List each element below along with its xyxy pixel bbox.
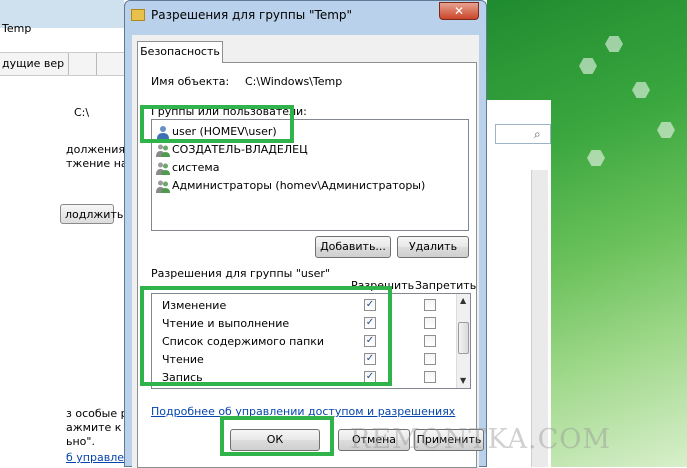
deny-checkbox[interactable] bbox=[424, 353, 436, 365]
group-icon bbox=[156, 180, 170, 193]
background-bottom-line: з особые р bbox=[66, 407, 128, 420]
group-icon bbox=[156, 162, 170, 175]
allow-column-header: Разрешить bbox=[351, 279, 415, 292]
permissions-dialog: Разрешения для группы "Temp" ✕ Безопасно… bbox=[124, 0, 487, 468]
column-separator bbox=[68, 53, 69, 75]
allow-checkbox[interactable]: ✓ bbox=[364, 299, 376, 311]
desktop-wallpaper: ⌕ bbox=[487, 0, 687, 467]
scroll-thumb[interactable] bbox=[458, 322, 469, 354]
hexagon-decoration bbox=[605, 36, 623, 52]
users-list[interactable]: user (HOMEV\user) СОЗДАТЕЛЬ-ВЛАДЕЛЕЦ сис… bbox=[151, 119, 469, 231]
allow-checkbox[interactable]: ✓ bbox=[364, 317, 376, 329]
checkmark-icon: ✓ bbox=[365, 353, 375, 364]
background-title-fragment: Temp bbox=[2, 22, 32, 35]
deny-checkbox[interactable] bbox=[424, 371, 436, 383]
background-bottom-line: ьно". bbox=[66, 435, 95, 448]
scroll-down-icon[interactable]: ▼ bbox=[460, 376, 466, 385]
scroll-up-icon[interactable]: ▲ bbox=[460, 296, 466, 305]
ok-button[interactable]: ОК bbox=[230, 429, 320, 451]
scrollbar[interactable] bbox=[531, 170, 548, 467]
permissions-list[interactable]: Изменение ✓ Чтение и выполнение ✓ Список… bbox=[151, 293, 471, 389]
object-name-label: Имя объекта: bbox=[151, 75, 230, 88]
user-name: Администраторы (homev\Администраторы) bbox=[172, 179, 426, 192]
hexagon-decoration bbox=[632, 82, 650, 98]
search-icon: ⌕ bbox=[534, 127, 541, 141]
dialog-title: Разрешения для группы "Temp" bbox=[151, 8, 353, 22]
background-continue-button[interactable]: лодлжить bbox=[60, 204, 123, 224]
user-icon bbox=[157, 126, 169, 139]
permission-row: Запись ✓ bbox=[152, 369, 452, 387]
permission-row: Список содержимого папки ✓ bbox=[152, 333, 452, 351]
permission-name: Чтение и выполнение bbox=[162, 317, 290, 330]
folder-icon bbox=[131, 9, 145, 21]
object-name-value: C:\Windows\Temp bbox=[245, 75, 343, 88]
column-separator bbox=[96, 53, 97, 75]
groups-label: Группы или пользователи: bbox=[151, 105, 307, 118]
background-column-header: дущие вер bbox=[2, 57, 65, 70]
close-button[interactable]: ✕ bbox=[439, 2, 479, 20]
allow-checkbox[interactable]: ✓ bbox=[364, 371, 376, 383]
hexagon-decoration bbox=[579, 58, 597, 74]
watermark: REMONTKA.COM bbox=[350, 424, 612, 455]
permission-name: Запись bbox=[162, 371, 203, 384]
permission-row: Чтение ✓ bbox=[152, 351, 452, 369]
permission-row: Изменение ✓ bbox=[152, 297, 452, 315]
permission-name: Чтение bbox=[162, 353, 204, 366]
remove-button[interactable]: Удалить bbox=[397, 236, 469, 258]
deny-checkbox[interactable] bbox=[424, 299, 436, 311]
tab-security[interactable]: Безопасность bbox=[137, 41, 223, 63]
deny-checkbox[interactable] bbox=[424, 335, 436, 347]
allow-checkbox[interactable]: ✓ bbox=[364, 353, 376, 365]
permissions-label: Разрешения для группы "user" bbox=[151, 267, 330, 280]
user-name: СОЗДАТЕЛЬ-ВЛАДЕЛЕЦ bbox=[172, 143, 308, 156]
search-input[interactable]: ⌕ bbox=[495, 124, 551, 144]
add-button[interactable]: Добавить... bbox=[315, 236, 391, 258]
permission-name: Изменение bbox=[162, 299, 227, 312]
help-link[interactable]: Подробнее об управлении доступом и разре… bbox=[151, 405, 455, 418]
permission-row: Чтение и выполнение ✓ bbox=[152, 315, 452, 333]
background-bottom-link[interactable]: б управлен bbox=[66, 451, 131, 464]
background-bottom-line: ажмите к bbox=[66, 421, 122, 434]
background-window: Temp дущие вер C:\ должения в тжение на … bbox=[0, 0, 145, 467]
deny-checkbox[interactable] bbox=[424, 317, 436, 329]
user-name: user (HOMEV\user) bbox=[172, 125, 277, 138]
close-icon: ✕ bbox=[453, 4, 465, 18]
permissions-scrollbar[interactable]: ▲ ▼ bbox=[456, 294, 470, 388]
background-column-header-row: дущие вер bbox=[0, 52, 124, 76]
checkmark-icon: ✓ bbox=[365, 371, 375, 382]
permission-name: Список содержимого папки bbox=[162, 335, 325, 348]
hexagon-decoration bbox=[587, 150, 605, 166]
background-path-fragment: C:\ bbox=[74, 106, 90, 119]
checkmark-icon: ✓ bbox=[365, 335, 375, 346]
title-bar[interactable]: Разрешения для группы "Temp" ✕ bbox=[125, 1, 486, 31]
user-name: система bbox=[172, 161, 220, 174]
hexagon-decoration bbox=[657, 122, 675, 138]
checkmark-icon: ✓ bbox=[365, 317, 375, 328]
checkmark-icon: ✓ bbox=[365, 299, 375, 310]
deny-column-header: Запретить bbox=[415, 279, 477, 292]
allow-checkbox[interactable]: ✓ bbox=[364, 335, 376, 347]
group-icon bbox=[156, 144, 170, 157]
